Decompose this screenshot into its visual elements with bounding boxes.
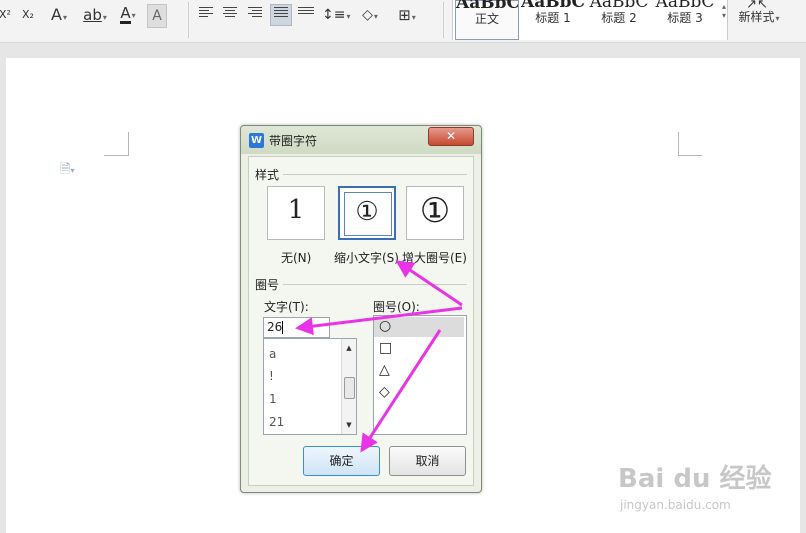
arrow-to-shrink-option xyxy=(395,260,463,307)
baidu-jingyan-watermark: Bai du 经验 jingyan.baidu.com xyxy=(612,454,782,524)
watermark-brand: Bai du 经验 xyxy=(618,464,772,494)
arrow-to-text-input xyxy=(295,306,463,336)
watermark-url: jingyan.baidu.com xyxy=(620,498,731,512)
arrow-to-ok-button xyxy=(360,329,442,453)
